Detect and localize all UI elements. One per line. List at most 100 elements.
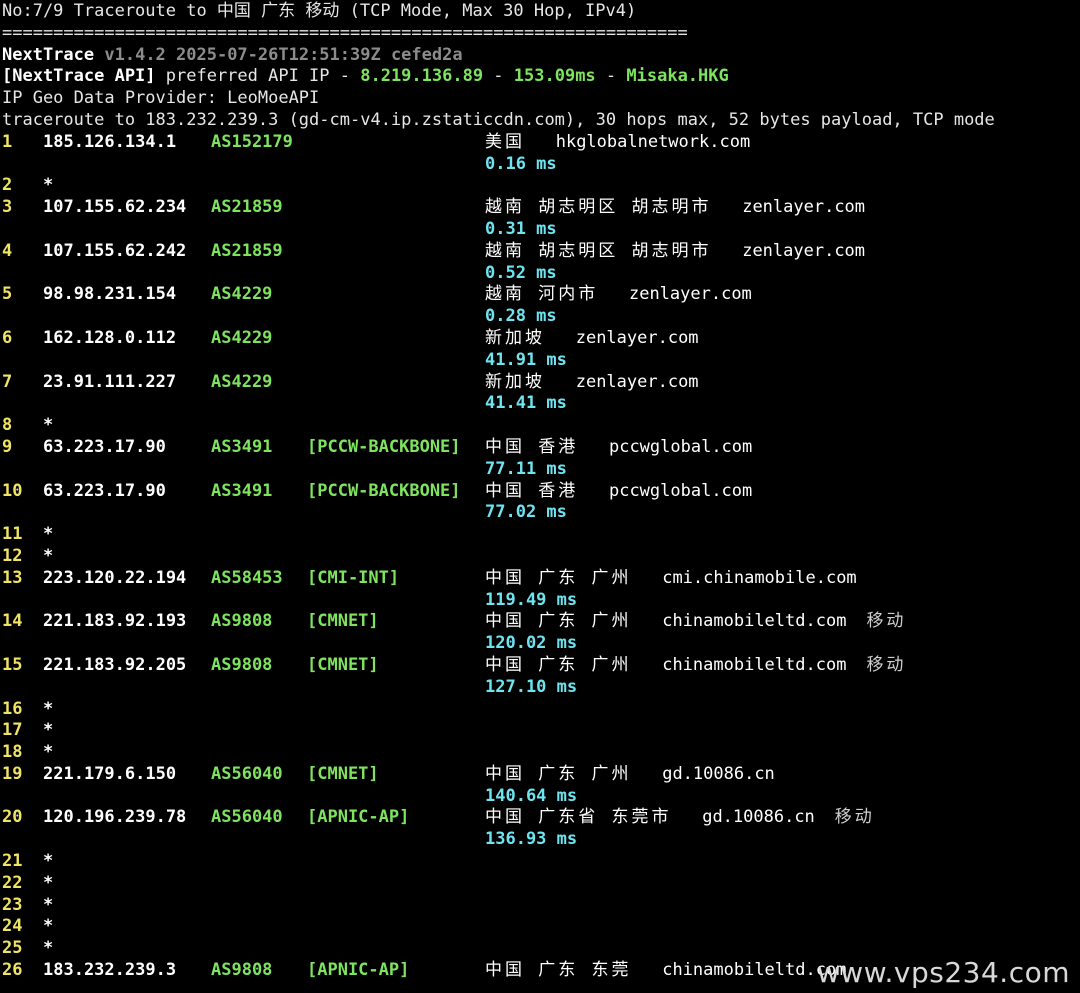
hop-geo: 越南 胡志明区 胡志明市 zenlayer.com xyxy=(485,197,865,219)
api-node: Misaka.HKG xyxy=(626,66,729,87)
hop-row: 18 * xyxy=(2,742,1078,764)
hop-location: 中国 广东 东莞 xyxy=(485,960,632,981)
hop-asn: AS21859 xyxy=(211,197,283,218)
hop-row: 6 162.128.0.112 AS4229 新加坡 zenlayer.com xyxy=(2,328,1078,350)
hop-location: 越南 河内市 xyxy=(485,284,599,305)
hop-location: 中国 香港 xyxy=(485,480,579,501)
hop-ip: 98.98.231.154 xyxy=(43,284,177,305)
hop-number: 24 xyxy=(2,916,23,937)
hop-rtt-row: 119.49 ms xyxy=(2,590,1078,612)
hop-row: 16 * xyxy=(2,699,1078,721)
separator-line: ========================================… xyxy=(2,22,688,43)
hop-domain: chinamobileltd.com xyxy=(662,654,847,675)
hop-asn: AS58453 xyxy=(211,567,283,588)
hop-number: 13 xyxy=(2,567,23,588)
hop-number: 9 xyxy=(2,436,13,457)
hop-asn: AS3491 xyxy=(211,480,273,501)
hop-row: 24 * xyxy=(2,916,1078,938)
hop-ip: 107.155.62.242 xyxy=(43,240,187,261)
hop-row: 19 221.179.6.150 AS56040 [CMNET] 中国 广东 广州 gd… xyxy=(2,764,1078,786)
hop-timeout: * xyxy=(43,720,54,741)
hop-asn: AS9808 xyxy=(211,654,273,675)
hop-network-tag: [CMNET] xyxy=(307,611,379,632)
hop-rtt-row: 77.02 ms xyxy=(2,502,1078,524)
hop-ip: 223.120.22.194 xyxy=(43,567,187,588)
hop-number: 2 xyxy=(2,175,13,196)
geo-provider-line: IP Geo Data Provider: LeoMoeAPI xyxy=(2,88,320,109)
hop-asn: AS21859 xyxy=(211,240,283,261)
hop-domain: zenlayer.com xyxy=(628,284,752,305)
hop-number: 21 xyxy=(2,851,23,872)
hop-location: 中国 香港 xyxy=(485,436,579,457)
hop-number: 19 xyxy=(2,763,23,784)
hop-domain: zenlayer.com xyxy=(575,371,699,392)
hop-rtt-row: 0.28 ms xyxy=(2,306,1078,328)
hop-row: 11 * xyxy=(2,524,1078,546)
hop-rtt: 119.49 ms xyxy=(485,589,578,610)
hop-network-tag: [CMI-INT] xyxy=(307,567,400,588)
hop-geo: 中国 广东 广州 chinamobileltd.com 移动 xyxy=(485,611,906,633)
hop-ip: 221.183.92.205 xyxy=(43,654,187,675)
hop-domain: cmi.chinamobile.com xyxy=(662,567,857,588)
hop-ip: 63.223.17.90 xyxy=(43,480,166,501)
hop-location: 美国 xyxy=(485,131,525,152)
hop-network-tag: [CMNET] xyxy=(307,763,379,784)
app-name: NextTrace xyxy=(2,44,95,65)
hop-row: 22 * xyxy=(2,873,1078,895)
hop-rtt: 140.64 ms xyxy=(485,785,578,806)
terminal-output: No:7/9 Traceroute to 中国 广东 移动 (TCP Mode,… xyxy=(2,1,1078,982)
hop-row: 21 * xyxy=(2,851,1078,873)
hop-rtt: 0.31 ms xyxy=(485,218,557,239)
hop-location: 中国 广东 广州 xyxy=(485,567,632,588)
hop-asn: AS9808 xyxy=(211,960,273,981)
hop-isp: 移动 xyxy=(866,611,907,632)
hop-number: 11 xyxy=(2,524,23,545)
api-dash-2: - xyxy=(595,66,627,87)
api-dash-1: - xyxy=(483,66,514,87)
hop-location: 中国 广东 广州 xyxy=(485,611,632,632)
hop-location: 新加坡 xyxy=(485,327,545,348)
hop-location: 中国 广东省 东莞市 xyxy=(485,807,672,828)
api-ip: 8.219.136.89 xyxy=(360,66,484,87)
hop-geo: 中国 广东 东莞 chinamobileltd.com xyxy=(485,960,846,982)
hop-domain: pccwglobal.com xyxy=(608,436,753,457)
hop-rtt: 0.16 ms xyxy=(485,153,557,174)
hop-timeout: * xyxy=(43,916,54,937)
hop-rtt-row: 127.10 ms xyxy=(2,677,1078,699)
hop-rtt-row: 140.64 ms xyxy=(2,786,1078,808)
hop-rtt-row: 0.52 ms xyxy=(2,263,1078,285)
hop-rtt: 136.93 ms xyxy=(485,829,578,850)
hop-timeout: * xyxy=(43,894,54,915)
hop-rtt: 77.11 ms xyxy=(485,458,567,479)
hop-rtt: 120.02 ms xyxy=(485,633,578,654)
hop-geo: 中国 广东 广州 chinamobileltd.com 移动 xyxy=(485,655,906,677)
hop-isp: 移动 xyxy=(834,807,875,828)
hop-row: 15 221.183.92.205 AS9808 [CMNET] 中国 广东 广州 ch… xyxy=(2,655,1078,677)
hop-number: 16 xyxy=(2,698,23,719)
hop-row: 23 * xyxy=(2,895,1078,917)
hop-rtt-row: 136.93 ms xyxy=(2,829,1078,851)
hop-ip: 183.232.239.3 xyxy=(43,960,177,981)
hop-domain: gd.10086.cn xyxy=(702,807,815,828)
hop-domain: zenlayer.com xyxy=(575,327,699,348)
hop-rtt-row: 41.91 ms xyxy=(2,350,1078,372)
hop-rtt-row: 0.31 ms xyxy=(2,219,1078,241)
api-line: [NextTrace API] preferred API IP - 8.219… xyxy=(2,66,1078,88)
hop-rtt-row: 41.41 ms xyxy=(2,393,1078,415)
hop-number: 23 xyxy=(2,894,23,915)
hop-number: 18 xyxy=(2,742,23,763)
title-line: No:7/9 Traceroute to 中国 广东 移动 (TCP Mode,… xyxy=(2,1,637,21)
hop-number: 22 xyxy=(2,872,23,893)
hop-timeout: * xyxy=(43,742,54,763)
hop-row: 13 223.120.22.194 AS58453 [CMI-INT] 中国 广东 广州… xyxy=(2,568,1078,590)
app-version-line: NextTrace v1.4.2 2025-07-26T12:51:39Z ce… xyxy=(2,45,1078,67)
hop-row: 14 221.183.92.193 AS9808 [CMNET] 中国 广东 广州 ch… xyxy=(2,611,1078,633)
hop-asn: AS3491 xyxy=(211,436,273,457)
hop-location: 中国 广东 广州 xyxy=(485,654,632,675)
hop-geo: 中国 广东 广州 gd.10086.cn xyxy=(485,764,775,786)
hop-row: 2 * xyxy=(2,175,1078,197)
hop-row: 3 107.155.62.234 AS21859 越南 胡志明区 胡志明市 zenla… xyxy=(2,197,1078,219)
hop-geo: 新加坡 zenlayer.com xyxy=(485,328,699,350)
api-label: [NextTrace API] xyxy=(2,66,156,87)
hop-timeout: * xyxy=(43,545,54,566)
